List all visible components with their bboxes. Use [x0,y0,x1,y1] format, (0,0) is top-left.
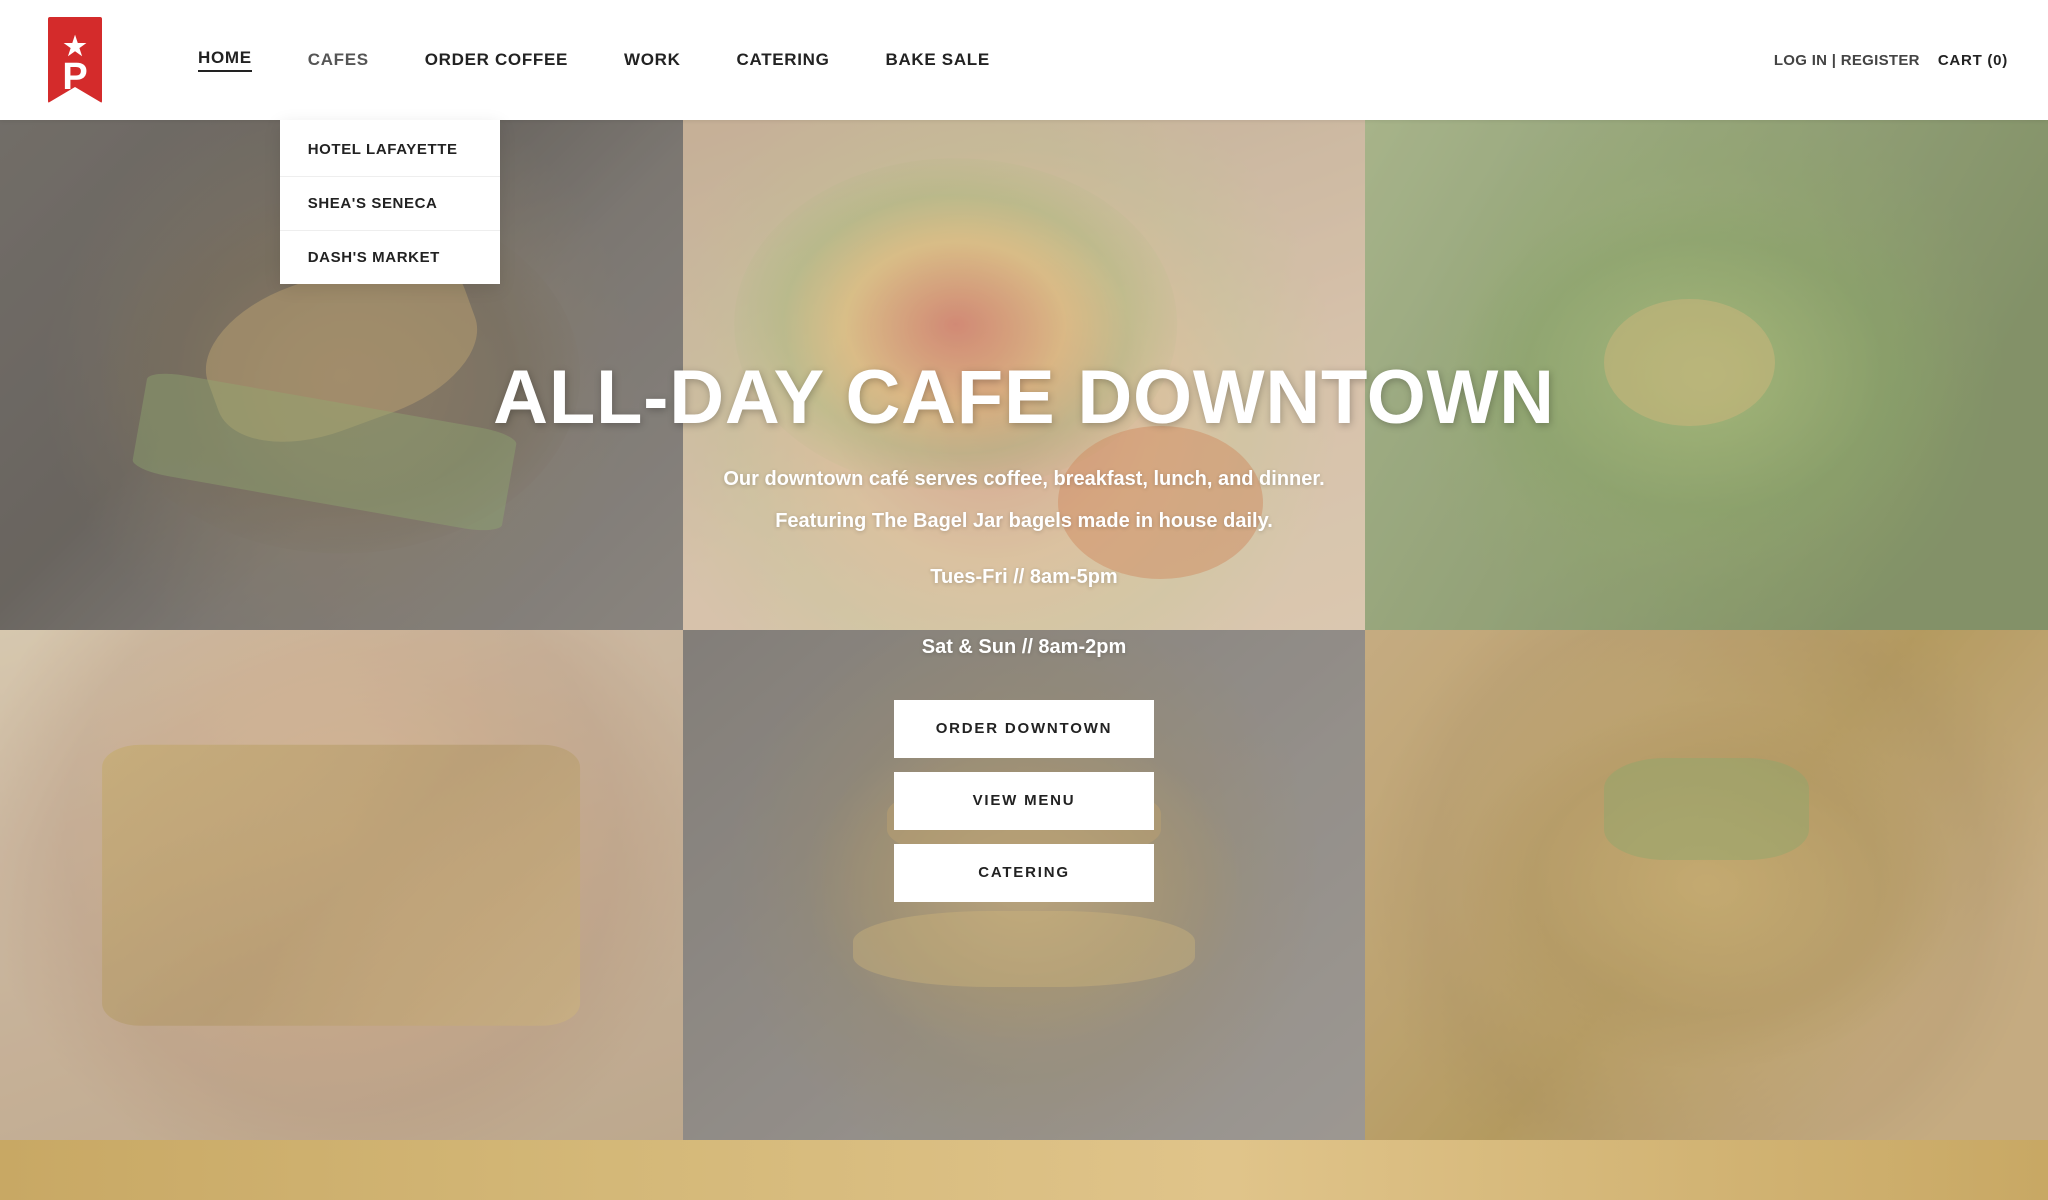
nav-label-cafes: CAFES [308,50,369,70]
nav-item-order-coffee[interactable]: ORDER COFFEE [397,0,596,120]
auth-links[interactable]: LOG IN | REGISTER [1774,52,1920,69]
order-downtown-button[interactable]: ORDER DOWNTOWN [894,700,1154,758]
header: ★ P HOME CAFES HOTEL LAFAYETTE SHEA'S SE… [0,0,2048,120]
hero-buttons: ORDER DOWNTOWN VIEW MENU CATERING [894,700,1154,902]
hero-title: ALL-DAY CAFE DOWNTOWN [493,358,1555,438]
header-right: LOG IN | REGISTER CART (0) [1774,52,2008,69]
main-nav: HOME CAFES HOTEL LAFAYETTE SHEA'S SENECA… [170,0,1774,120]
view-menu-button[interactable]: VIEW MENU [894,772,1154,830]
hero-subtitle-1: Our downtown café serves coffee, breakfa… [723,462,1324,496]
bottom-strip [0,1140,2048,1200]
hero-hours-1: Tues-Fri // 8am-5pm [930,560,1117,594]
dropdown-item-sheas-seneca[interactable]: SHEA'S SENECA [280,177,500,231]
nav-item-home[interactable]: HOME [170,0,280,120]
nav-label-bake-sale: BAKE SALE [886,50,990,70]
nav-label-work: WORK [624,50,681,70]
dropdown-item-dashs-market[interactable]: DASH'S MARKET [280,231,500,284]
nav-item-catering[interactable]: CATERING [709,0,858,120]
nav-label-home: HOME [198,48,252,72]
cart-button[interactable]: CART (0) [1938,52,2008,69]
cafes-dropdown: HOTEL LAFAYETTE SHEA'S SENECA DASH'S MAR… [280,120,500,284]
nav-label-order-coffee: ORDER COFFEE [425,50,568,70]
nav-item-cafes[interactable]: CAFES HOTEL LAFAYETTE SHEA'S SENECA DASH… [280,0,397,120]
catering-button[interactable]: CATERING [894,844,1154,902]
nav-item-bake-sale[interactable]: BAKE SALE [858,0,1018,120]
hero-hours-2: Sat & Sun // 8am-2pm [922,630,1127,664]
nav-item-work[interactable]: WORK [596,0,709,120]
dropdown-item-hotel-lafayette[interactable]: HOTEL LAFAYETTE [280,123,500,177]
hero-subtitle-2: Featuring The Bagel Jar bagels made in h… [775,504,1273,538]
nav-label-catering: CATERING [737,50,830,70]
logo[interactable]: ★ P [40,15,110,105]
